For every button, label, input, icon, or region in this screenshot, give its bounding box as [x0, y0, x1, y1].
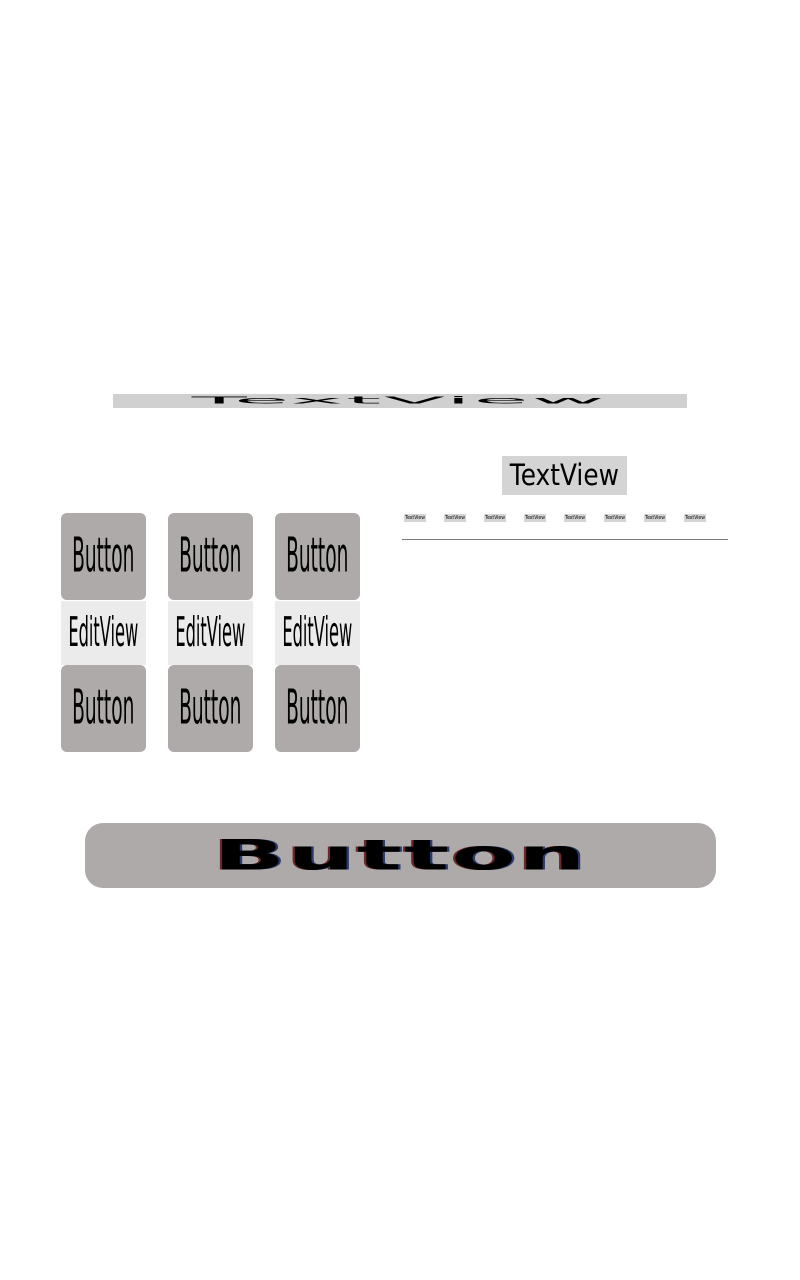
top-textview: TextView — [113, 394, 687, 408]
tiny-textview: TextView — [684, 514, 706, 522]
tiny-textview: TextView — [524, 514, 546, 522]
tiny-textview: TextView — [404, 514, 426, 522]
grid-button-bottom-2[interactable]: Button — [168, 665, 253, 752]
grid-button-top-3[interactable]: Button — [275, 513, 360, 600]
tiny-textview-row: TextView TextView TextView TextView Text… — [404, 514, 726, 524]
edit-view-1[interactable]: EditView — [61, 601, 146, 665]
edit-view-3[interactable]: EditView — [275, 601, 360, 665]
tiny-textview: TextView — [564, 514, 586, 522]
tiny-textview: TextView — [644, 514, 666, 522]
grid-button-top-1[interactable]: Button — [61, 513, 146, 600]
grid-button-bottom-3[interactable]: Button — [275, 665, 360, 752]
top-textview-label: TextView — [192, 394, 608, 407]
wide-button-label: Button — [213, 831, 588, 880]
grid-button-bottom-1[interactable]: Button — [61, 665, 146, 752]
edit-view-2[interactable]: EditView — [168, 601, 253, 665]
right-textview: TextView — [502, 456, 627, 495]
wide-button[interactable]: Button — [85, 823, 716, 888]
tiny-textview: TextView — [484, 514, 506, 522]
tiny-textview: TextView — [604, 514, 626, 522]
divider-line — [402, 539, 728, 540]
right-textview-label: TextView — [509, 458, 620, 493]
grid-button-top-2[interactable]: Button — [168, 513, 253, 600]
tiny-textview: TextView — [444, 514, 466, 522]
